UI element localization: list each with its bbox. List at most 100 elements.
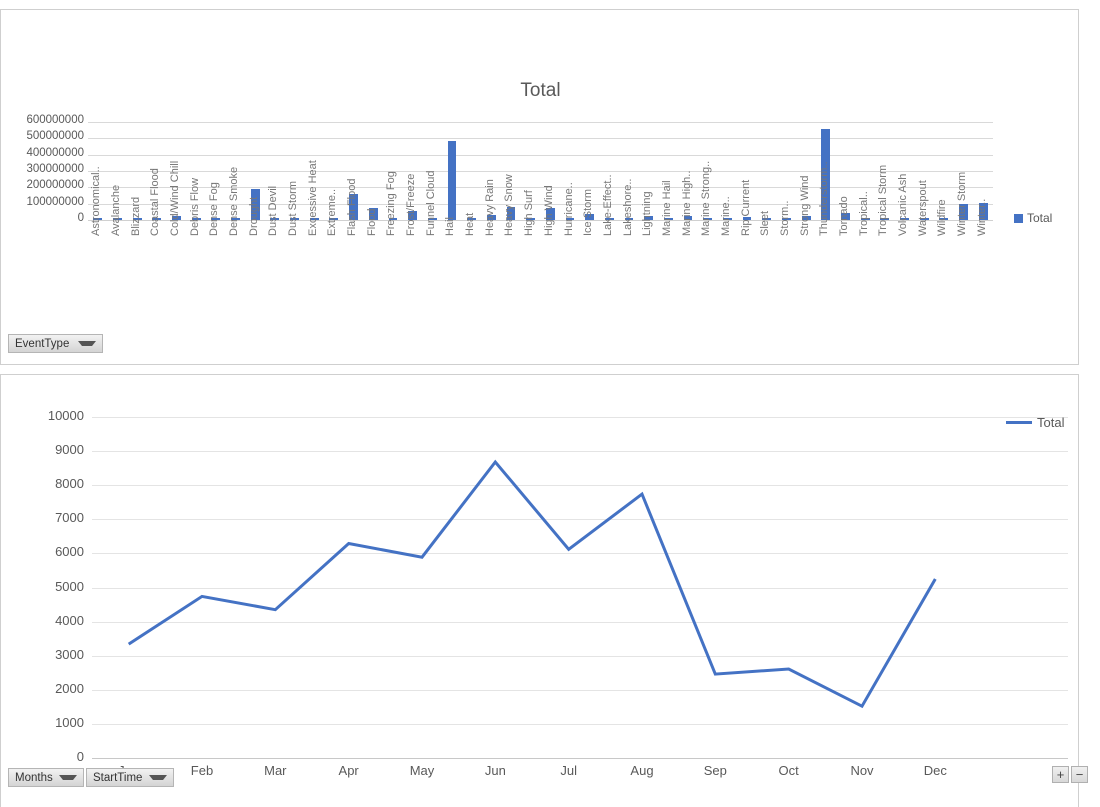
gridline [88,138,993,140]
line-chart-axis-line [92,758,1068,759]
line-chart-x-tick-label: May [409,763,435,778]
bar-chart-x-tick-label: Heavy Rain [483,179,496,236]
bar-chart-y-tick-label: 600000000 [26,114,84,126]
bar-chart-x-tick-label: Heat [464,212,477,236]
bar-chart-x-tick-label: Coastal Flood [149,168,162,236]
line-chart-x-tick-label: Oct [778,763,799,778]
gridline [88,122,993,123]
line-chart-y-tick-label: 3000 [55,646,84,662]
line-chart-x-tick-label: Apr [338,763,359,778]
bar-chart-x-tick-label: Hurricane.. [562,182,575,236]
bar-chart-x-tick-label: Debris Flow [188,177,201,236]
bar-chart-x-tick-label: Marine High.. [680,170,693,236]
line-chart-y-tick-label: 2000 [55,680,84,696]
bar-chart-x-tick-label: Avalanche [110,184,122,236]
pivot-filter-eventtype-label: EventType [15,337,70,350]
zoom-in-button[interactable]: + [1052,766,1069,783]
gridline [88,154,993,156]
bar-chart-x-tick-label: Tropical Storm [877,164,890,236]
bar-chart-legend[interactable]: Total [1014,211,1052,225]
line-chart-x-tick-label: Feb [190,763,214,778]
bar-chart-x-tick-label: Marine Strong.. [700,160,713,236]
bar-chart-x-tick-label: Hail [444,217,457,236]
bar-chart-bar [447,140,457,220]
bar-chart-x-tick-label: Strong Wind [798,175,811,236]
gridline [88,171,993,172]
bar-chart-x-tick-label: Wildfire [936,199,949,236]
line-chart-y-tick-label: 6000 [55,544,84,560]
pivot-filter-starttime-label: StartTime [93,771,143,784]
bar-chart-x-tick-label: High Wind [542,185,555,236]
bar-chart-x-tick-label: Rip Current [739,179,752,236]
line-chart-y-tick-label: 9000 [55,442,84,458]
bar-chart-y-tick-label: 400000000 [26,146,84,159]
pivot-filter-eventtype[interactable]: EventType [8,334,103,353]
bar-chart-x-tick-label: Dense Fog [208,182,221,236]
line-chart-y-tick-label: 1000 [55,714,84,730]
bar-chart-x-tick-label: Blizzard [129,196,142,236]
bar-chart-y-tick-label: 300000000 [26,163,84,175]
bar-chart-x-tick-label: Cold/Wind Chill [169,160,182,236]
bar-chart-x-tick-label: Lightning [641,191,654,236]
zoom-controls[interactable]: + − [1052,766,1088,783]
bar-chart-x-tick-label: Astronomical.. [90,166,103,236]
line-chart-y-tick-label: 10000 [47,408,84,423]
bar-chart-x-tick-label: Tropical.. [857,191,870,236]
line-chart-series-total [127,459,937,709]
line-chart-path [127,459,937,709]
bar-chart-x-tick-label: Freezing Fog [385,171,398,236]
bar-chart-x-tick-label: Dust Storm [287,180,300,236]
bar-chart-y-tick-label: 500000000 [26,130,84,143]
bar-chart-x-tick-label: Flash Flood [346,178,359,236]
bar-chart-x-tick-label: High Surf [523,190,536,236]
bar-chart-legend-label: Total [1027,211,1053,225]
bar-chart-y-tick-label: 200000000 [26,179,84,192]
line-chart-legend-label: Total [1037,415,1065,430]
bar-chart-x-tick-label: Volcanic Ash [896,173,909,236]
bar-chart-x-tick-label: Dense Smoke [228,166,241,236]
pivot-filter-starttime[interactable]: StartTime [86,768,174,787]
line-chart-y-tick-label: 7000 [55,510,84,526]
bar-chart-x-tick-label: Marine.. [719,196,732,236]
bar-chart-y-tick-label: 0 [77,212,84,224]
line-chart-x-tick-label: Nov [850,763,874,778]
bar-chart-x-tick-label: Marine Hail [660,180,673,236]
chevron-down-icon [78,341,96,346]
bar-chart-x-tick-label: Winter.. [975,198,988,236]
line-chart-x-tick-label: Sep [703,763,727,778]
zoom-out-button[interactable]: − [1071,766,1088,783]
bar-chart-x-tick-label: Thunderstorm.. [818,161,831,236]
line-chart-y-tick-label: 0 [76,749,84,764]
bar-chart-x-tick-label: Drought [247,196,260,236]
pivot-dashboard: Count of EventId Sum of EventId Total 60… [0,0,1100,807]
chevron-down-icon [59,775,77,780]
line-chart-y-tick-label: 8000 [55,476,84,492]
legend-line-icon [1006,421,1032,424]
bar-chart-x-tick-label: Waterspout [916,180,929,236]
chevron-down-icon [149,775,167,780]
line-chart-x-tick-label: Aug [630,763,654,778]
bar-chart-x-tick-label: Lakeshore.. [621,178,634,236]
gridline [88,187,993,189]
pivot-filter-months[interactable]: Months [8,768,84,787]
bar-chart-x-tick-label: Lake-Effect.. [601,174,614,236]
line-chart-x-tick-label: Jun [484,763,506,778]
line-chart-legend[interactable]: Total [1006,415,1064,430]
bar-chart-y-tick-label: 100000000 [26,195,84,208]
bar-chart-x-tick-label: Storm.. [778,200,791,236]
bar-chart-x-tick-label: Winter Storm [955,171,968,236]
line-chart-x-tick-label: Mar [264,763,287,778]
bar-chart-x-tick-label: Tornado [837,196,850,236]
bar-chart-title: Total [520,80,561,101]
line-chart-y-tick-label: 5000 [55,578,84,594]
line-chart-y-tick-label: 4000 [55,612,84,628]
bar-chart-x-tick-label: Dust Devil [267,185,280,236]
bar-chart-x-tick-label: Heavy Snow [503,174,516,236]
pivot-filter-months-label: Months [15,771,53,784]
legend-swatch-icon [1014,213,1023,223]
line-chart-x-tick-label: Dec [923,763,947,778]
bar-chart-x-tick-label: Flood [365,208,378,236]
bar-chart-x-tick-label: Frost/Freeze [405,173,418,236]
bar-chart-x-tick-label: Funnel Cloud [424,170,437,236]
bar-chart-x-tick-label: Sleet [759,210,772,236]
